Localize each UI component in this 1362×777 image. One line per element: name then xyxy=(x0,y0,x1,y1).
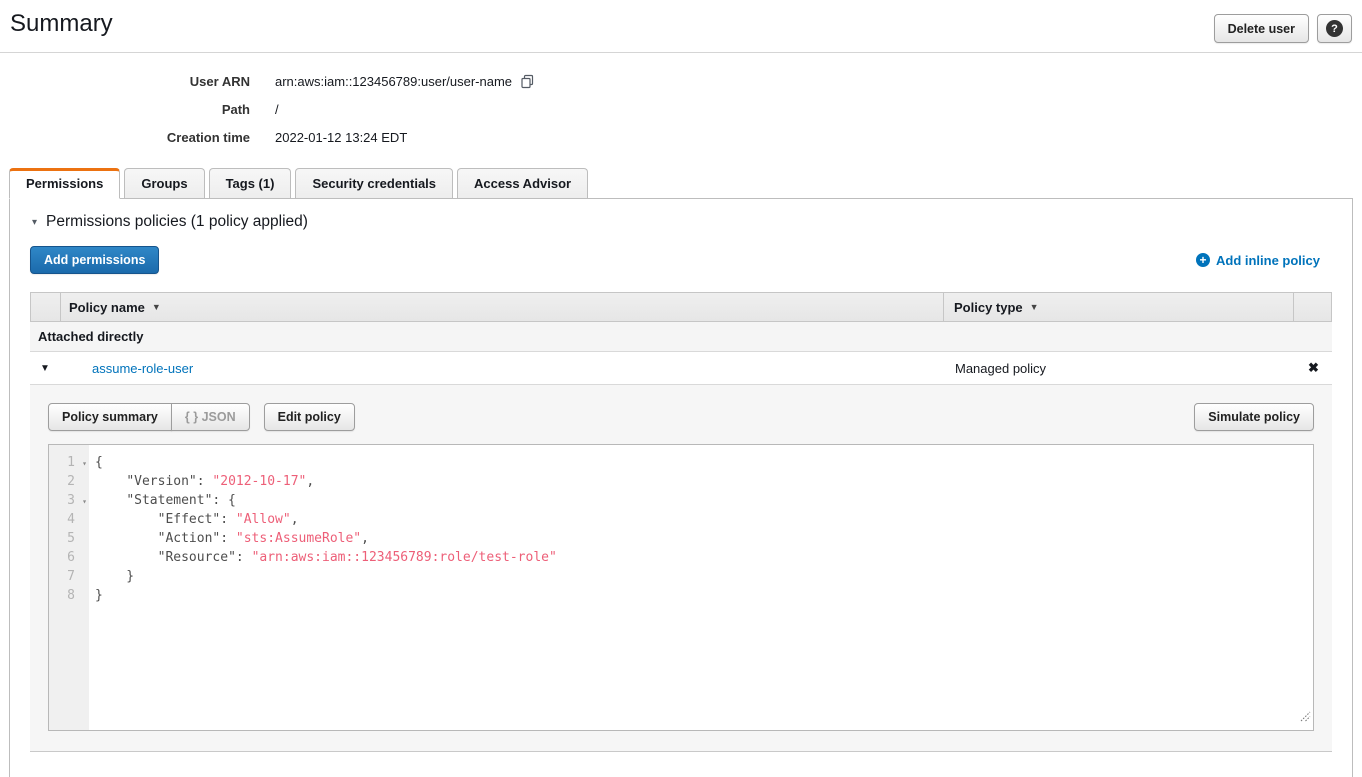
detail-value-text: 2022-01-12 13:24 EDT xyxy=(275,130,407,145)
detail-value: / xyxy=(275,102,279,117)
header-caret-column xyxy=(31,293,61,321)
group-row-label: Attached directly xyxy=(38,329,143,344)
policy-view-buttons: Policy summary { } JSON Edit policy xyxy=(48,403,355,431)
line-number: 5 xyxy=(67,531,89,546)
policy-name-cell: assume-role-user xyxy=(60,361,945,376)
detail-label: Path xyxy=(0,102,250,117)
add-permissions-button[interactable]: Add permissions xyxy=(30,246,159,274)
policy-name-header-label: Policy name xyxy=(69,300,145,315)
resize-handle-icon[interactable] xyxy=(1300,709,1311,728)
policy-detail-panel: Policy summary { } JSON Edit policy Simu… xyxy=(30,385,1332,752)
copy-arn-icon[interactable] xyxy=(520,74,535,89)
tab-tags-1[interactable]: Tags (1) xyxy=(209,168,292,198)
sort-caret-icon: ▼ xyxy=(152,302,161,312)
gutter-cell: 4 xyxy=(49,510,89,529)
gutter-cell: 5 xyxy=(49,529,89,548)
code-lines: 1▾{2 "Version": "2012-10-17",3▾ "Stateme… xyxy=(49,445,1313,605)
gutter-cell: 2 xyxy=(49,472,89,491)
header-actions: Delete user ? xyxy=(1214,14,1352,43)
policy-row-caret-cell: ▼ xyxy=(30,363,60,374)
detail-label: Creation time xyxy=(0,130,250,145)
permissions-policies-heading: ▾ Permissions policies (1 policy applied… xyxy=(32,213,1332,231)
detail-label: User ARN xyxy=(0,74,250,89)
tab-bar: PermissionsGroupsTags (1)Security creden… xyxy=(9,168,1353,199)
code-text: "Resource": "arn:aws:iam::123456789:role… xyxy=(89,548,557,567)
line-number: 7 xyxy=(67,569,89,584)
title-divider xyxy=(0,52,1362,53)
code-line: 7 } xyxy=(49,567,1313,586)
collapse-caret-icon[interactable]: ▾ xyxy=(32,217,37,228)
edit-policy-button[interactable]: Edit policy xyxy=(264,403,355,431)
plus-circle-icon: + xyxy=(1196,253,1210,267)
tab-access-advisor[interactable]: Access Advisor xyxy=(457,168,588,198)
line-number: 2 xyxy=(67,474,89,489)
policy-type-header-label: Policy type xyxy=(954,300,1023,315)
detail-value: arn:aws:iam::123456789:user/user-name xyxy=(275,74,535,89)
gutter-cell: 8 xyxy=(49,586,89,605)
delete-user-button[interactable]: Delete user xyxy=(1214,14,1309,43)
gutter-cell: 3▾ xyxy=(49,491,89,510)
question-mark-icon: ? xyxy=(1326,20,1343,37)
expand-caret-icon[interactable]: ▼ xyxy=(40,363,50,374)
policy-action-cell: ✖ xyxy=(1295,360,1332,376)
permissions-tab-panel: ▾ Permissions policies (1 policy applied… xyxy=(9,199,1353,777)
code-line: 4 "Effect": "Allow", xyxy=(49,510,1313,529)
column-policy-type[interactable]: Policy type ▼ xyxy=(944,293,1294,321)
code-line: 8} xyxy=(49,586,1313,605)
code-text: } xyxy=(89,586,103,605)
gutter-cell: 7 xyxy=(49,567,89,586)
code-line: 2 "Version": "2012-10-17", xyxy=(49,472,1313,491)
fold-caret-icon[interactable]: ▾ xyxy=(82,454,87,473)
fold-caret-icon[interactable]: ▾ xyxy=(82,492,87,511)
simulate-policy-button[interactable]: Simulate policy xyxy=(1194,403,1314,431)
policies-table-header: Policy name ▼ Policy type ▼ xyxy=(30,292,1332,322)
detail-value-text: / xyxy=(275,102,279,117)
code-text: } xyxy=(89,567,134,586)
code-text: "Effect": "Allow", xyxy=(89,510,299,529)
tab-groups[interactable]: Groups xyxy=(124,168,204,198)
code-line: 5 "Action": "sts:AssumeRole", xyxy=(49,529,1313,548)
line-number: 4 xyxy=(67,512,89,527)
detail-row: Path / xyxy=(0,95,1362,123)
tab-security-credentials[interactable]: Security credentials xyxy=(295,168,453,198)
policy-actions-row: Add permissions + Add inline policy xyxy=(30,246,1332,274)
user-details: User ARN arn:aws:iam::123456789:user/user… xyxy=(0,67,1362,151)
json-editor[interactable]: 1▾{2 "Version": "2012-10-17",3▾ "Stateme… xyxy=(48,444,1314,731)
policies-table: Policy name ▼ Policy type ▼ Attached dir… xyxy=(30,292,1332,752)
policy-detail-toolbar: Policy summary { } JSON Edit policy Simu… xyxy=(48,403,1314,431)
sort-caret-icon: ▼ xyxy=(1030,302,1039,312)
detail-value-text: arn:aws:iam::123456789:user/user-name xyxy=(275,74,512,89)
policy-summary-button[interactable]: Policy summary xyxy=(48,403,172,431)
code-text: "Version": "2012-10-17", xyxy=(89,472,314,491)
policy-type-cell: Managed policy xyxy=(945,361,1295,376)
detach-policy-icon[interactable]: ✖ xyxy=(1308,360,1319,376)
header-action-column xyxy=(1294,293,1331,321)
detail-row: Creation time 2022-01-12 13:24 EDT xyxy=(0,123,1362,151)
add-inline-policy-link[interactable]: + Add inline policy xyxy=(1196,253,1320,268)
json-button[interactable]: { } JSON xyxy=(171,403,250,431)
detail-row: User ARN arn:aws:iam::123456789:user/user… xyxy=(0,67,1362,95)
code-line: 3▾ "Statement": { xyxy=(49,491,1313,510)
code-text: { xyxy=(89,453,103,472)
code-text: "Action": "sts:AssumeRole", xyxy=(89,529,369,548)
gutter-cell: 6 xyxy=(49,548,89,567)
policy-name-link[interactable]: assume-role-user xyxy=(92,361,193,376)
gutter-cell: 1▾ xyxy=(49,453,89,472)
code-line: 6 "Resource": "arn:aws:iam::123456789:ro… xyxy=(49,548,1313,567)
code-text: "Statement": { xyxy=(89,491,236,510)
policy-row: ▼ assume-role-user Managed policy ✖ xyxy=(30,352,1332,385)
line-number: 6 xyxy=(67,550,89,565)
help-button[interactable]: ? xyxy=(1317,14,1352,43)
tab-permissions[interactable]: Permissions xyxy=(9,168,120,199)
policy-type-value: Managed policy xyxy=(955,361,1046,376)
detail-value: 2022-01-12 13:24 EDT xyxy=(275,130,407,145)
line-number: 8 xyxy=(67,588,89,603)
page-title: Summary xyxy=(10,10,113,38)
add-inline-policy-label: Add inline policy xyxy=(1216,253,1320,268)
group-row: Attached directly xyxy=(30,322,1332,352)
section-title: Permissions policies (1 policy applied) xyxy=(46,213,308,231)
code-line: 1▾{ xyxy=(49,453,1313,472)
page-header: Summary Delete user ? xyxy=(0,0,1362,43)
column-policy-name[interactable]: Policy name ▼ xyxy=(61,293,944,321)
